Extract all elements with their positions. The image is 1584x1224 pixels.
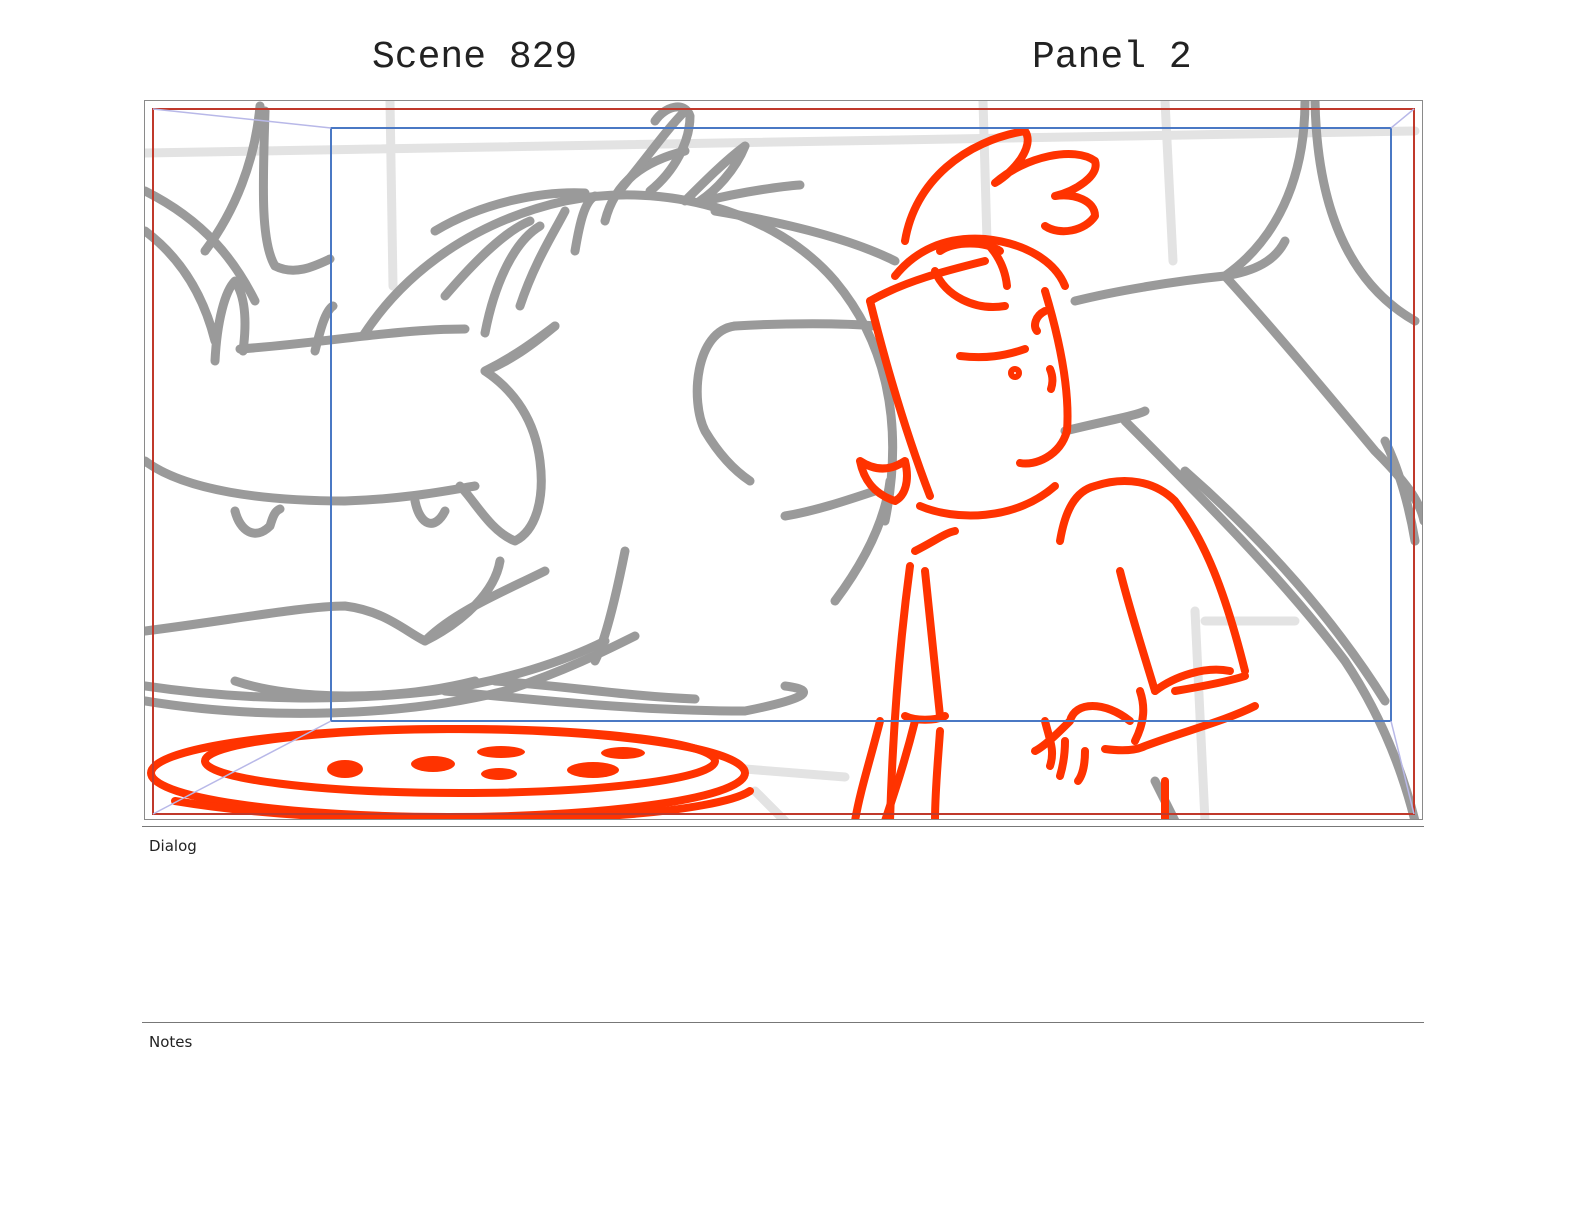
panel-title: Panel 2 bbox=[1032, 36, 1192, 79]
storyboard-sketch-image bbox=[145, 101, 1422, 819]
notes-label: Notes bbox=[149, 1033, 193, 1051]
dialog-label: Dialog bbox=[149, 837, 197, 855]
storyboard-panel bbox=[144, 100, 1423, 820]
scene-title: Scene 829 bbox=[372, 36, 578, 79]
dialog-divider bbox=[142, 826, 1424, 827]
notes-divider bbox=[142, 1022, 1424, 1023]
